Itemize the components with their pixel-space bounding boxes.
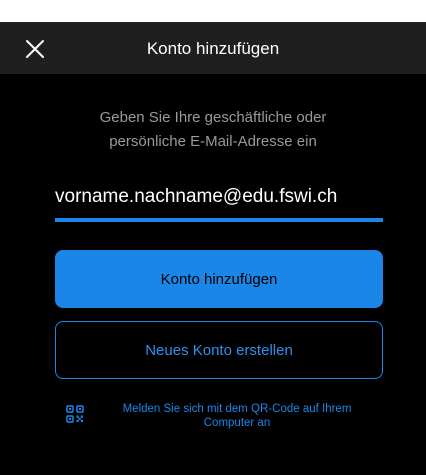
instruction-line-2: persönliche E-Mail-Adresse ein bbox=[109, 133, 317, 150]
qr-code-icon bbox=[66, 405, 84, 423]
status-bar bbox=[0, 0, 426, 22]
instruction-line-1: Geben Sie Ihre geschäftliche oder bbox=[99, 109, 327, 126]
qr-text-line-2: Computer an bbox=[203, 417, 271, 429]
qr-sign-in-link[interactable]: Melden Sie sich mit dem QR-Code auf Ihre… bbox=[60, 402, 380, 438]
email-field[interactable] bbox=[55, 182, 383, 212]
create-account-button[interactable]: Neues Konto erstellen bbox=[55, 321, 383, 379]
email-field-underline bbox=[55, 218, 383, 222]
header-bar: Konto hinzufügen bbox=[0, 22, 426, 74]
add-account-button[interactable]: Konto hinzufügen bbox=[55, 250, 383, 308]
qr-text-line-1: Melden Sie sich mit dem QR-Code auf Ihre… bbox=[122, 403, 352, 415]
page-title: Konto hinzufügen bbox=[146, 39, 280, 58]
qr-sign-in-text: Melden Sie sich mit dem QR-Code auf Ihre… bbox=[92, 402, 382, 430]
instruction-text: Geben Sie Ihre geschäftliche oder persön… bbox=[40, 106, 386, 154]
